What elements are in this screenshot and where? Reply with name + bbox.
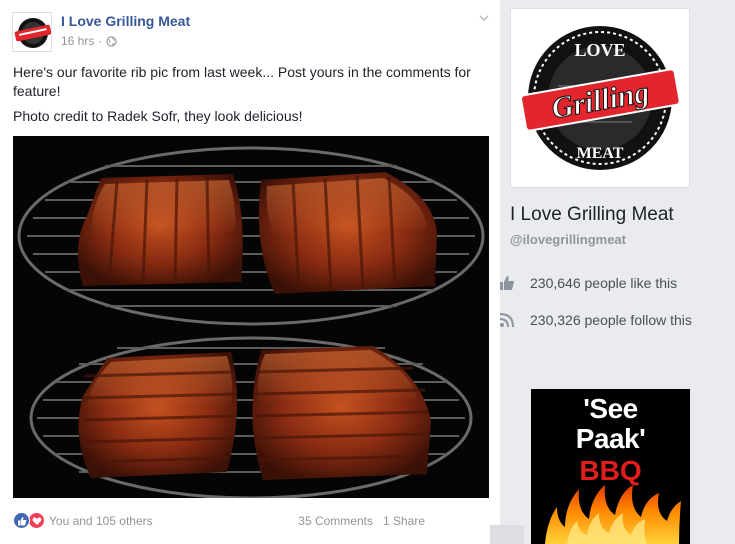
like-reaction-icon [13, 512, 30, 529]
post-text-line2: Photo credit to Radek Sofr, they look de… [13, 108, 303, 124]
page-avatar[interactable] [12, 12, 52, 52]
post-footer: You and 105 others 35 Comments 1 Share [13, 510, 489, 532]
ribs-on-grill-image [13, 136, 489, 498]
scroll-overlay [490, 525, 524, 544]
page-follows-text: 230,326 people follow this [530, 312, 692, 328]
meta-separator: · [98, 34, 103, 48]
page-follows-stat: 230,326 people follow this [498, 311, 692, 329]
see-paak-bbq-ad[interactable]: 'See Paak' BBQ [531, 389, 690, 544]
post-card: I Love Grilling Meat 16 hrs · Here's our… [0, 0, 500, 544]
reaction-icons [13, 512, 45, 529]
page-likes-stat: 230,646 people like this [498, 274, 677, 292]
post-meta: 16 hrs · [61, 34, 117, 48]
sidebar-page-handle: @ilovegrillingmeat [510, 232, 626, 247]
post-counts: 35 Comments 1 Share [298, 514, 425, 528]
rss-follow-icon [499, 313, 514, 328]
post-text: Here's our favorite rib pic from last we… [13, 63, 488, 126]
grilling-logo: LOVE MEAT Grilling [520, 26, 681, 170]
page-name-link[interactable]: I Love Grilling Meat [61, 13, 190, 29]
chevron-down-icon[interactable] [476, 10, 492, 26]
post-photo[interactable] [13, 136, 489, 498]
globe-icon[interactable] [106, 35, 117, 47]
page-avatar-logo [13, 13, 51, 51]
post-time[interactable]: 16 hrs [61, 34, 94, 48]
page-profile-picture[interactable]: LOVE MEAT Grilling [510, 8, 690, 188]
logo-top-text: LOVE [574, 40, 625, 60]
flames-image [545, 485, 681, 544]
logo-bottom-text: MEAT [577, 145, 624, 162]
reactions-text: You and 105 others [49, 513, 153, 528]
comments-count-link[interactable]: 35 Comments [298, 514, 373, 528]
sidebar-page-title[interactable]: I Love Grilling Meat [510, 204, 674, 226]
love-reaction-icon [28, 512, 45, 529]
page-info-card: LOVE MEAT Grilling I Love Grilling Meat … [502, 0, 698, 256]
page-likes-text: 230,646 people like this [530, 275, 678, 291]
post-text-line1: Here's our favorite rib pic from last we… [13, 64, 471, 99]
thumbs-up-icon [500, 276, 514, 290]
reactions-summary[interactable]: You and 105 others [13, 512, 153, 529]
shares-count-link[interactable]: 1 Share [383, 514, 425, 528]
